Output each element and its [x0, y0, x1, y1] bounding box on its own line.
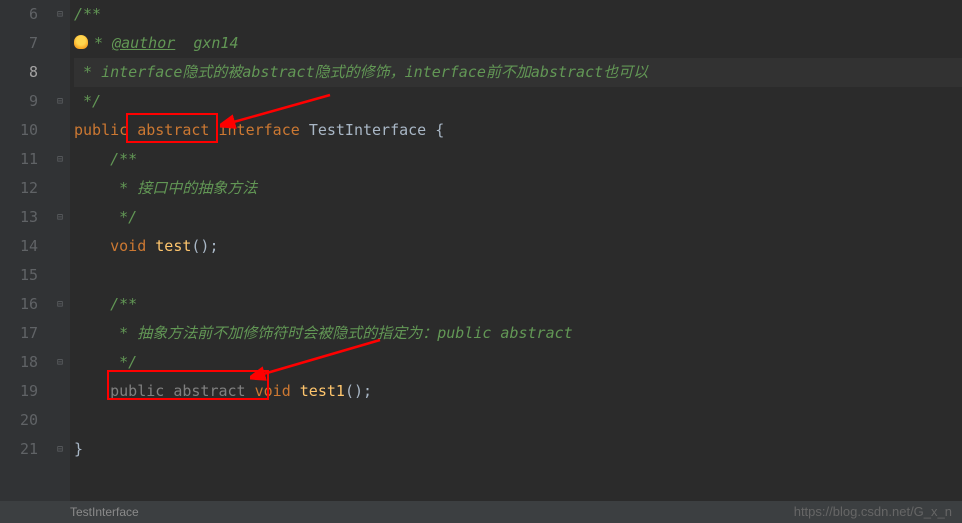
code-line: /** — [74, 290, 962, 319]
line-number[interactable]: 6 — [0, 0, 38, 29]
code-line: */ — [74, 203, 962, 232]
code-line: /** — [74, 145, 962, 174]
code-line: * 接口中的抽象方法 — [74, 174, 962, 203]
line-number[interactable]: 15 — [0, 261, 38, 290]
code-line: /** — [74, 0, 962, 29]
code-area[interactable]: /** * @author gxn14 * interface隐式的被abstr… — [70, 0, 962, 523]
line-number[interactable]: 7 — [0, 29, 38, 58]
code-line: * @author gxn14 — [74, 29, 962, 58]
fold-close-icon[interactable]: ⊟ — [54, 212, 66, 224]
line-number[interactable]: 18 — [0, 348, 38, 377]
fold-close-icon[interactable]: ⊟ — [54, 357, 66, 369]
line-number-gutter[interactable]: 6 7 8 9 10 11 12 13 14 15 16 17 18 19 20… — [0, 0, 50, 523]
code-line: */ — [74, 87, 962, 116]
line-number[interactable]: 14 — [0, 232, 38, 261]
breadcrumb-item[interactable]: TestInterface — [70, 505, 139, 519]
watermark-text: https://blog.csdn.net/G_x_n — [794, 504, 952, 519]
fold-open-icon[interactable]: ⊟ — [54, 154, 66, 166]
line-number[interactable]: 12 — [0, 174, 38, 203]
code-line: void test(); — [74, 232, 962, 261]
fold-close-icon[interactable]: ⊟ — [54, 444, 66, 456]
fold-open-icon[interactable]: ⊟ — [54, 299, 66, 311]
code-line — [74, 261, 962, 290]
code-line: * 抽象方法前不加修饰符时会被隐式的指定为：public abstract — [74, 319, 962, 348]
line-number[interactable]: 11 — [0, 145, 38, 174]
code-line: */ — [74, 348, 962, 377]
line-number[interactable]: 16 — [0, 290, 38, 319]
line-number[interactable]: 9 — [0, 87, 38, 116]
code-line — [74, 406, 962, 435]
line-number[interactable]: 17 — [0, 319, 38, 348]
line-number[interactable]: 21 — [0, 435, 38, 464]
code-line: public abstract interface TestInterface … — [74, 116, 962, 145]
code-line-current: * interface隐式的被abstract隐式的修饰，interface前不… — [74, 58, 962, 87]
line-number[interactable]: 10 — [0, 116, 38, 145]
code-editor: 6 7 8 9 10 11 12 13 14 15 16 17 18 19 20… — [0, 0, 962, 523]
code-line: public abstract void test1(); — [74, 377, 962, 406]
code-line: } — [74, 435, 962, 464]
line-number[interactable]: 20 — [0, 406, 38, 435]
line-number[interactable]: 13 — [0, 203, 38, 232]
fold-close-icon[interactable]: ⊟ — [54, 96, 66, 108]
fold-open-icon[interactable]: ⊟ — [54, 9, 66, 21]
fold-column[interactable]: ⊟ ⊟ ⊟ ⊟ ⊟ ⊟ ⊟ — [50, 0, 70, 523]
line-number-current[interactable]: 8 — [0, 58, 38, 87]
intention-bulb-icon[interactable] — [74, 35, 88, 49]
line-number[interactable]: 19 — [0, 377, 38, 406]
